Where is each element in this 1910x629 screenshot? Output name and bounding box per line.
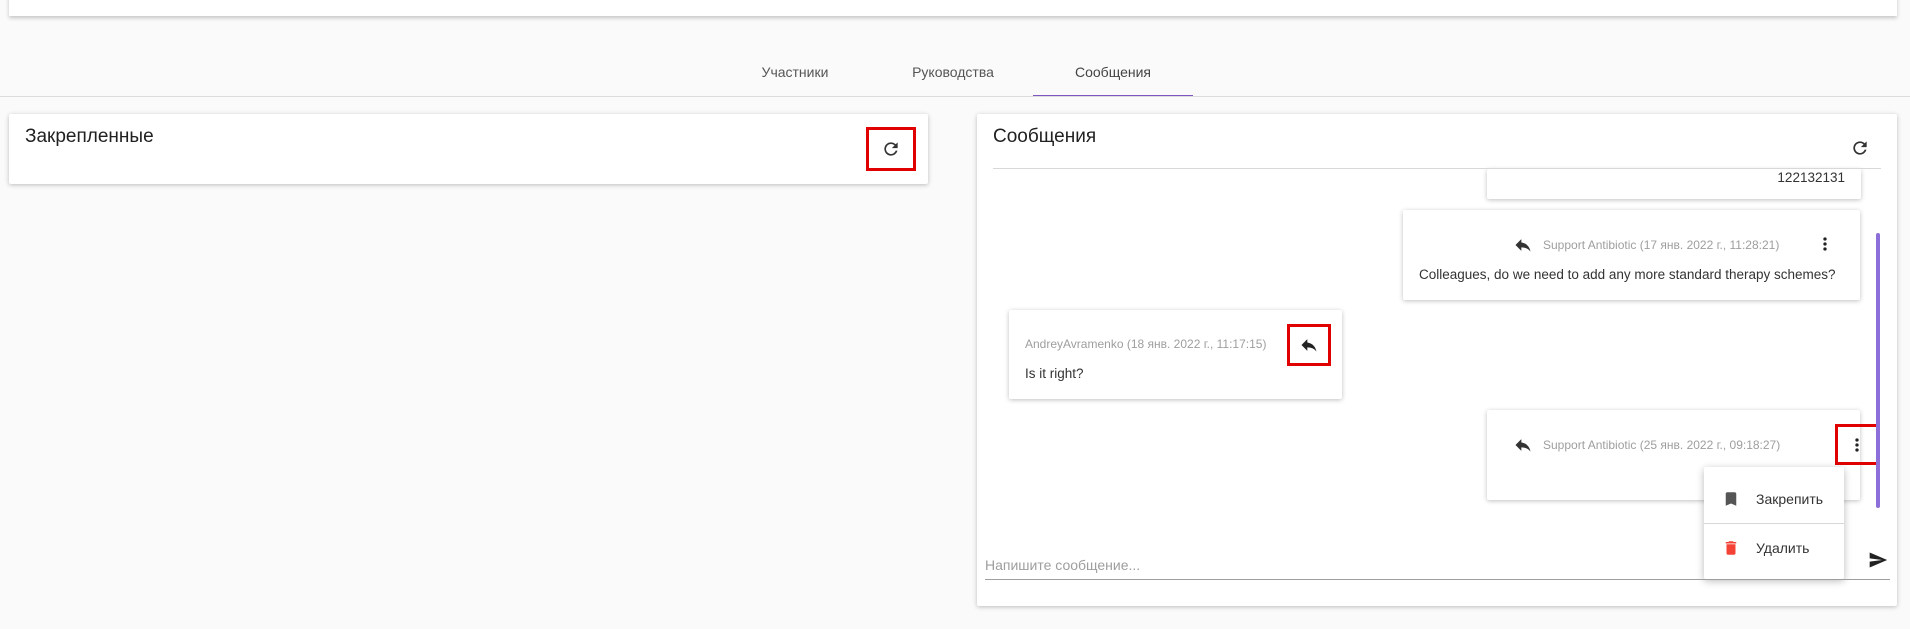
pinned-refresh-button[interactable] [866, 127, 916, 171]
reply-icon[interactable] [1513, 435, 1533, 455]
reply-icon[interactable] [1513, 235, 1533, 255]
reply-icon [1301, 339, 1317, 352]
message-text: Colleagues, do we need to add any more s… [1419, 267, 1836, 282]
refresh-icon [884, 142, 898, 156]
messages-title: Сообщения [993, 126, 1097, 147]
reply-button[interactable] [1287, 324, 1331, 366]
more-vert-icon[interactable] [1815, 234, 1835, 254]
menu-item-delete[interactable]: Удалить [1704, 524, 1844, 572]
trash-icon [1725, 541, 1737, 555]
menu-item-label: Удалить [1756, 540, 1810, 556]
menu-item-label: Закрепить [1756, 491, 1824, 507]
message-input-underline [985, 579, 1890, 580]
tab-participants[interactable]: Участники [745, 60, 845, 96]
messages-refresh-button[interactable] [1840, 128, 1880, 168]
tab-messages[interactable]: Сообщения [1033, 60, 1193, 97]
more-options-button[interactable] [1835, 424, 1879, 465]
header-divider-overlay [993, 168, 1881, 169]
refresh-icon [1853, 141, 1867, 155]
menu-item-pin[interactable]: Закрепить [1704, 475, 1844, 523]
more-vert-icon [1855, 437, 1859, 452]
pinned-card: Закрепленные [9, 114, 928, 184]
message-text: 122132131 [1777, 170, 1845, 185]
message-text: Is it right? [1025, 366, 1084, 381]
top-card [9, 0, 1897, 16]
message-context-menu: Закрепить Удалить [1704, 467, 1844, 579]
tabs-divider [0, 96, 1910, 97]
bookmark-icon [1725, 492, 1737, 506]
pinned-title: Закрепленные [25, 126, 154, 147]
message-meta: AndreyAvramenko (18 янв. 2022 г., 11:17:… [1025, 337, 1267, 351]
message-card: 122132131 [1487, 169, 1861, 199]
send-button[interactable] [1858, 540, 1898, 580]
message-meta: Support Antibiotic (17 янв. 2022 г., 11:… [1543, 238, 1780, 252]
tab-guides[interactable]: Руководства [898, 60, 1008, 96]
messages-scrollbar[interactable] [1876, 233, 1880, 508]
message-card: AndreyAvramenko (18 янв. 2022 г., 11:17:… [1009, 310, 1342, 399]
message-card: Support Antibiotic (17 янв. 2022 г., 11:… [1403, 210, 1860, 300]
send-icon [1869, 552, 1888, 568]
message-meta: Support Antibiotic (25 янв. 2022 г., 09:… [1543, 438, 1781, 452]
message-input[interactable]: Напишите сообщение... [985, 557, 1140, 573]
